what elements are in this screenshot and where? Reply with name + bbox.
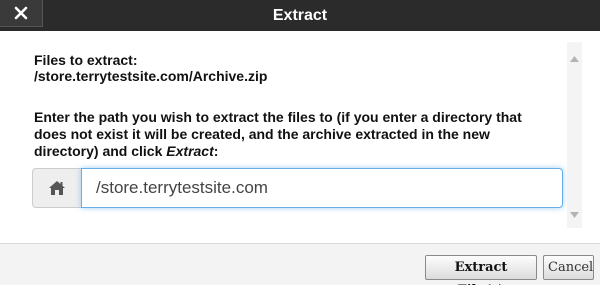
cancel-button[interactable]: Cancel xyxy=(543,255,594,280)
content-scrollbar[interactable] xyxy=(567,42,582,228)
extract-files-button[interactable]: Extract File(s) xyxy=(425,255,537,285)
files-to-extract-label: Files to extract: xyxy=(34,52,138,68)
scroll-down-button[interactable] xyxy=(567,208,582,222)
close-icon xyxy=(14,6,28,20)
dialog-titlebar: Extract xyxy=(0,0,600,31)
extract-path-input[interactable] xyxy=(81,168,563,208)
path-addon xyxy=(32,168,81,208)
scroll-up-arrow-icon xyxy=(570,56,579,62)
files-to-extract-path: /store.terrytestsite.com/Archive.zip xyxy=(34,68,268,84)
extract-instructions: Enter the path you wish to extract the f… xyxy=(34,109,554,160)
scroll-down-arrow-icon xyxy=(570,212,579,218)
scroll-up-button[interactable] xyxy=(567,52,582,66)
extract-dialog: Extract Files to extract: /store.terryte… xyxy=(0,0,600,285)
dialog-footer: Extract File(s) Cancel xyxy=(0,243,600,285)
extract-path-group xyxy=(32,168,563,208)
dialog-body: Files to extract: /store.terrytestsite.c… xyxy=(0,42,568,242)
close-button[interactable] xyxy=(0,0,43,27)
instructions-suffix: : xyxy=(213,143,219,159)
instructions-text: Enter the path you wish to extract the f… xyxy=(34,109,522,159)
home-icon xyxy=(49,181,65,195)
dialog-title: Extract xyxy=(272,7,328,24)
instructions-action: Extract xyxy=(166,143,214,159)
